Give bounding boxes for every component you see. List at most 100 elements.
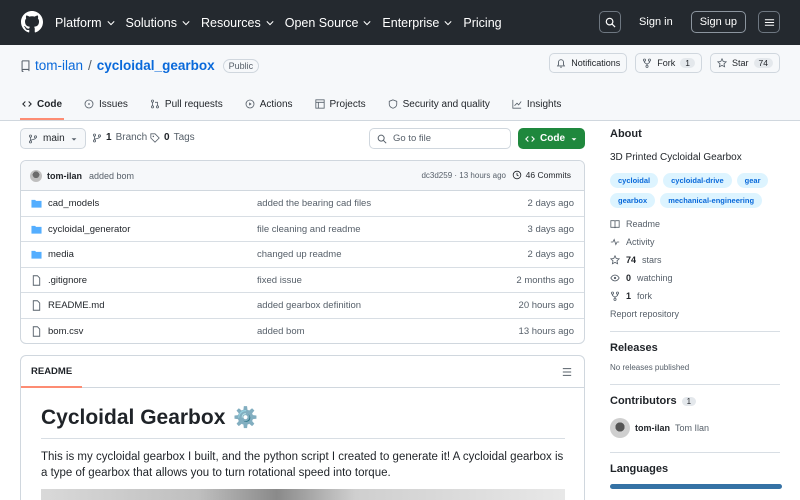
about-section: About 3D Printed Cycloidal Gearbox cyclo… [610,128,782,323]
gear-emoji: ⚙️ [233,407,259,429]
file-commit-message[interactable]: file cleaning and readme [257,224,361,235]
file-name[interactable]: cycloidal_generator [48,224,130,235]
file-date: 2 days ago [527,198,574,209]
commit-hash-time[interactable]: dc3d259 · 13 hours ago [421,171,506,180]
code-icon [525,135,535,142]
bell-icon [557,59,566,68]
nav-pricing[interactable]: Pricing [463,16,501,30]
issue-icon [84,99,94,109]
languages-heading: Languages [610,463,669,475]
tab-actions[interactable]: Actions [243,90,295,120]
notifications-button[interactable]: Notifications [549,53,628,73]
latest-commit: tom-ilan added bom dc3d259 · 13 hours ag… [21,161,584,191]
fork-icon [611,291,619,301]
readme-link[interactable]: Readme [610,215,782,233]
nav-enterprise[interactable]: Enterprise [382,16,452,30]
tab-code[interactable]: Code [20,90,64,120]
readme-image [41,489,565,500]
file-name[interactable]: README.md [48,300,104,311]
commit-author[interactable]: tom-ilan [47,171,82,181]
contributors-heading[interactable]: Contributors 1 [610,395,782,407]
sign-up-button[interactable]: Sign up [690,11,746,33]
file-commit-message[interactable]: added bom [257,326,305,337]
file-row[interactable]: cycloidal_generator file cleaning and rea… [21,217,584,243]
tab-security[interactable]: Security and quality [386,90,492,120]
folder-icon [31,199,42,208]
history-icon [512,170,521,180]
menu-button[interactable] [758,11,780,33]
nav-platform[interactable]: Platform [55,16,115,30]
commits-link[interactable]: 46 Commits [512,170,571,180]
github-logo-icon[interactable] [21,11,43,33]
code-button[interactable]: Code [518,128,585,149]
tags-link[interactable]: 0 Tags [150,132,195,143]
branch-icon [29,134,37,143]
tab-insights[interactable]: Insights [510,90,563,120]
file-row[interactable]: media changed up readme 2 days ago [21,242,584,268]
folder-icon [31,225,42,234]
file-name[interactable]: bom.csv [48,326,83,337]
go-to-file-input[interactable]: Go to file [369,128,511,149]
menu-icon [764,18,774,26]
table-icon [314,99,325,109]
repo-name-link[interactable]: cycloidal_gearbox [97,58,215,73]
readme-tab[interactable]: README [21,356,83,388]
commit-message[interactable]: added bom [89,171,134,181]
topic-tag[interactable]: gear [736,173,769,188]
file-row[interactable]: .gitignore fixed issue 2 months ago [21,268,584,294]
forks-link[interactable]: 1 fork [610,287,782,305]
branches-link[interactable]: 1 Branch [92,132,147,143]
about-description: 3D Printed Cycloidal Gearbox [610,152,742,163]
file-row[interactable]: bom.csv added bom 13 hours ago [21,319,584,343]
nav-open-source[interactable]: Open Source [285,16,372,30]
nav-solutions[interactable]: Solutions [126,16,190,30]
tab-pull-requests[interactable]: Pull requests [148,90,225,120]
file-name[interactable]: .gitignore [48,275,87,286]
sidebar-divider [610,452,780,453]
sign-in-link[interactable]: Sign in [639,16,673,28]
file-icon [32,300,41,312]
watching-link[interactable]: 0 watching [610,269,782,287]
repo-header: tom-ilan / cycloidal_gearbox Public Noti… [0,45,800,121]
file-name[interactable]: cad_models [48,198,99,209]
file-row[interactable]: README.md added gearbox definition 20 hour… [21,293,584,319]
file-commit-message[interactable]: added the bearing cad files [257,198,371,209]
star-button[interactable]: Star 74 [710,53,780,73]
list-icon[interactable] [562,367,572,377]
contributor-item[interactable]: tom-ilan Tom Ilan [610,418,782,438]
activity-link[interactable]: Activity [610,233,782,251]
file-list: tom-ilan added bom dc3d259 · 13 hours ag… [20,160,585,344]
file-row[interactable]: cad_models added the bearing cad files 2 d… [21,191,584,217]
topic-tag[interactable]: cycloidal [610,173,659,188]
file-commit-message[interactable]: changed up readme [257,249,342,260]
topic-tag[interactable]: cycloidal-drive [663,173,732,188]
stars-link[interactable]: 74 stars [610,251,782,269]
file-date: 3 days ago [527,223,574,235]
repo-tabs: Code Issues Pull requests Actions Projec… [20,90,563,120]
chevron-down-icon [266,20,274,25]
book-icon [610,220,620,229]
search-button[interactable] [599,11,622,33]
about-links: Readme Activity 74 stars 0 watching 1 fork … [610,215,782,323]
tab-projects[interactable]: Projects [313,90,368,120]
branch-selector[interactable]: main [20,128,86,149]
nav-resources[interactable]: Resources [201,16,274,30]
file-commit-message[interactable]: fixed issue [257,275,302,286]
releases-heading[interactable]: Releases [610,342,782,354]
graph-icon [512,99,522,109]
repo-slash: / [88,58,92,73]
topic-tag[interactable]: mechanical-engineering [660,193,763,208]
languages-section: Languages [610,463,782,489]
pull-request-icon [150,99,159,109]
caret-down-icon [571,137,577,141]
topic-tag[interactable]: gearbox [610,193,656,208]
file-date: 20 hours ago [518,300,574,312]
repo-owner-link[interactable]: tom-ilan [35,58,83,73]
file-commit-message[interactable]: added gearbox definition [257,300,361,311]
file-name[interactable]: media [48,249,74,260]
eye-icon [610,274,620,282]
avatar[interactable] [30,169,42,182]
fork-button[interactable]: Fork 1 [635,53,703,73]
report-repository-link[interactable]: Report repository [610,305,782,323]
tab-issues[interactable]: Issues [82,90,130,120]
